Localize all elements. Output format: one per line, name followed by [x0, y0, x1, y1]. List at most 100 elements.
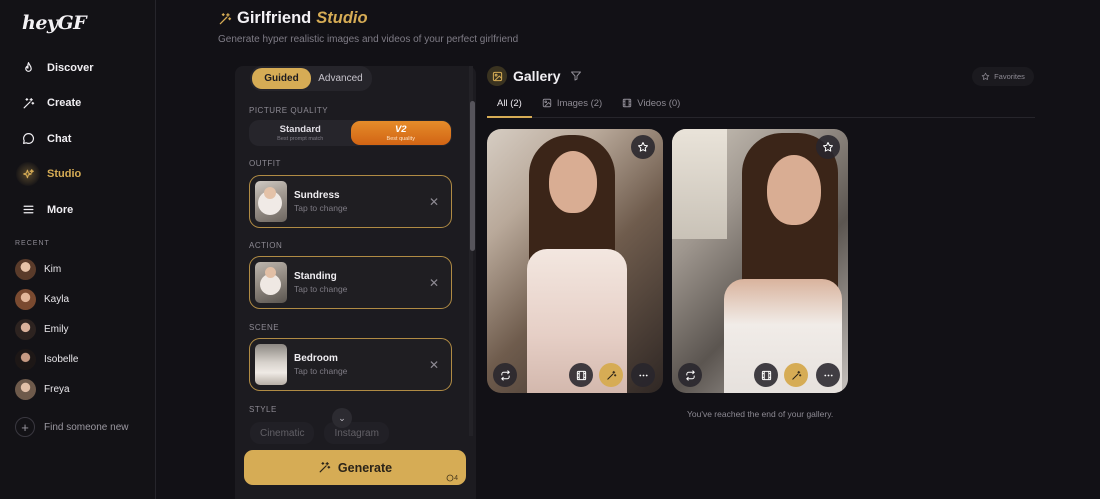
photo-window: [672, 129, 727, 239]
quality-sub: Best quality: [386, 136, 415, 142]
tab-label: Images (2): [556, 98, 603, 109]
chevron-down-icon[interactable]: ⌄: [332, 408, 352, 428]
image-icon: [487, 66, 507, 86]
avatar: [15, 318, 36, 340]
regenerate-button[interactable]: [678, 363, 702, 387]
scene-label: SCENE: [249, 323, 280, 332]
card-title: Standing: [294, 271, 337, 282]
tab-label: Videos (0): [637, 98, 681, 109]
nav-item-studio[interactable]: Studio: [0, 157, 156, 193]
star-icon: [638, 142, 648, 152]
magic-wand-icon: [606, 370, 616, 380]
card-text: Bedroom Tap to change: [294, 353, 425, 376]
mode-toggle: Guided Advanced: [250, 66, 372, 91]
avatar: [15, 288, 36, 310]
action-label: ACTION: [249, 241, 283, 250]
close-icon[interactable]: ✕: [425, 276, 443, 290]
regenerate-button[interactable]: [493, 363, 517, 387]
action-card[interactable]: Standing Tap to change ✕: [249, 256, 452, 309]
gallery-image-1[interactable]: [487, 129, 663, 393]
coin-icon: [446, 474, 454, 482]
menu-icon: [20, 202, 36, 218]
mode-advanced-button[interactable]: Advanced: [311, 68, 370, 89]
gallery-tabs: All (2) Images (2) Videos (0): [487, 98, 1035, 118]
app-logo[interactable]: heyGF: [22, 12, 87, 34]
style-instagram-chip[interactable]: Instagram: [324, 422, 389, 444]
nav-item-discover[interactable]: Discover: [0, 50, 156, 86]
quality-standard-button[interactable]: Standard Best prompt match: [250, 121, 351, 145]
nav-item-chat[interactable]: Chat: [0, 121, 156, 157]
nav-item-create[interactable]: Create: [0, 86, 156, 122]
find-someone-new-button[interactable]: + Find someone new: [15, 417, 129, 437]
recent-item-freya[interactable]: Freya: [0, 374, 156, 404]
recent-item-kim[interactable]: Kim: [0, 254, 156, 284]
nav-item-more[interactable]: More: [0, 192, 156, 228]
favorite-star-button[interactable]: [631, 135, 655, 159]
generate-cost-value: 4: [454, 474, 458, 482]
outfit-thumbnail: [255, 181, 287, 222]
favorite-star-button[interactable]: [816, 135, 840, 159]
gallery-title: Gallery: [513, 68, 561, 84]
enhance-button[interactable]: [784, 363, 808, 387]
nav-item-label: Studio: [47, 168, 82, 181]
avatar: [15, 348, 36, 370]
more-options-button[interactable]: [631, 363, 655, 387]
quality-v2-button[interactable]: V2 Best quality: [350, 121, 451, 145]
star-icon: [981, 72, 990, 80]
generate-cost: 4: [446, 474, 458, 482]
recent-item-name: Isobelle: [44, 353, 79, 365]
style-cinematic-chip[interactable]: Cinematic: [250, 422, 315, 444]
avatar: [15, 258, 36, 280]
quality-selector: Standard Best prompt match V2 Best quali…: [249, 120, 452, 146]
close-icon[interactable]: ✕: [425, 358, 443, 372]
recent-item-name: Emily: [44, 323, 69, 335]
gallery-header: Gallery: [487, 66, 582, 86]
nav-item-label: Discover: [47, 61, 94, 74]
card-sub: Tap to change: [294, 203, 348, 213]
film-icon: [622, 98, 632, 108]
gallery-image-2[interactable]: [672, 129, 848, 393]
repeat-icon: [500, 369, 510, 381]
recent-item-emily[interactable]: Emily: [0, 314, 156, 344]
magic-wand-icon: [791, 370, 801, 380]
recent-item-isobelle[interactable]: Isobelle: [0, 344, 156, 374]
animate-video-button[interactable]: [754, 363, 778, 387]
film-icon: [576, 370, 586, 380]
animate-video-button[interactable]: [569, 363, 593, 387]
action-thumbnail: [255, 262, 287, 303]
card-sub: Tap to change: [294, 284, 348, 294]
card-text: Standing Tap to change: [294, 271, 425, 294]
outfit-card[interactable]: Sundress Tap to change ✕: [249, 175, 452, 228]
more-horizontal-icon: [823, 374, 833, 376]
panel-scrollbar-thumb[interactable]: [470, 101, 475, 251]
scene-card[interactable]: Bedroom Tap to change ✕: [249, 338, 452, 391]
favorites-button[interactable]: Favorites: [972, 67, 1034, 86]
filter-icon[interactable]: [570, 70, 582, 82]
page-header: Girlfriend Studio Generate hyper realist…: [218, 9, 518, 45]
more-options-button[interactable]: [816, 363, 840, 387]
card-sub: Tap to change: [294, 366, 348, 376]
generate-button[interactable]: Generate 4: [244, 450, 466, 485]
builder-panel: Guided Advanced PICTURE QUALITY Standard…: [235, 66, 476, 499]
close-icon[interactable]: ✕: [425, 195, 443, 209]
tab-all[interactable]: All (2): [487, 98, 532, 118]
tab-label: All (2): [497, 98, 522, 109]
film-icon: [761, 370, 771, 380]
recent-item-kayla[interactable]: Kayla: [0, 284, 156, 314]
scene-thumbnail: [255, 344, 287, 385]
card-text: Sundress Tap to change: [294, 190, 425, 213]
style-label: STYLE: [249, 405, 277, 414]
recent-item-name: Kayla: [44, 293, 70, 305]
mode-guided-button[interactable]: Guided: [252, 68, 311, 89]
repeat-icon: [685, 369, 695, 381]
nav-item-label: Chat: [47, 132, 72, 145]
nav-item-label: Create: [47, 97, 82, 110]
generate-label: Generate: [337, 460, 393, 475]
magic-wand-icon: [318, 461, 331, 474]
chat-icon: [20, 131, 36, 147]
quality-sub: Best prompt match: [277, 136, 324, 142]
tab-videos[interactable]: Videos (0): [612, 98, 690, 118]
tab-images[interactable]: Images (2): [532, 98, 612, 118]
enhance-button[interactable]: [599, 363, 623, 387]
more-horizontal-icon: [638, 374, 648, 376]
